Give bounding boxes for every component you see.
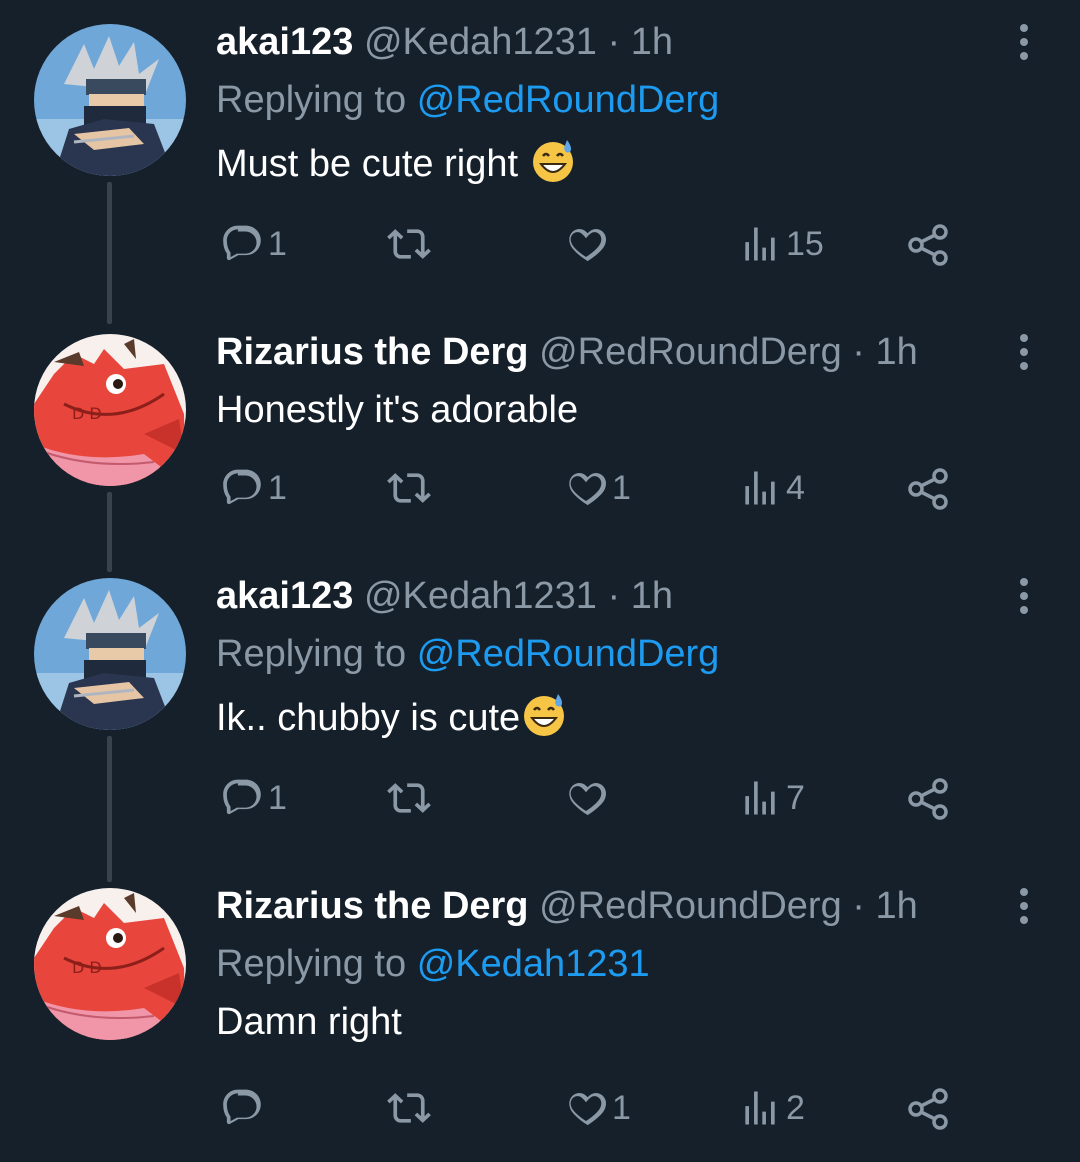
tweet-text-content: Ik.. chubby is cute [216,697,521,739]
share-button[interactable] [906,466,952,512]
more-options-icon[interactable] [1010,330,1038,374]
like-count: 1 [612,1088,631,1127]
tweet-4[interactable]: D D Rizarius the Derg @RedRoundDerg · 1h… [0,864,1080,1162]
retweet-button[interactable] [387,222,435,266]
reply-button[interactable]: 1 [220,466,287,510]
replying-prefix: Replying to [216,943,407,985]
tweet-3[interactable]: akai123 @Kedah1231 · 1h Replying to @Red… [0,554,1080,854]
tweet-text: Damn right [216,1000,990,1044]
share-icon [906,776,952,822]
retweet-icon [387,776,431,820]
sweat-smile-emoji [520,690,568,738]
user-handle[interactable]: @RedRoundDerg [539,331,842,373]
reply-icon [220,776,264,820]
reply-button[interactable]: 1 [220,776,287,820]
heart-icon [564,466,608,510]
share-button[interactable] [906,1086,952,1132]
tweet-text-content: Damn right [216,1001,402,1043]
separator-dot: · [852,885,865,927]
like-button[interactable]: 1 [564,1086,631,1130]
share-icon [906,1086,952,1132]
display-name[interactable]: Rizarius the Derg [216,331,529,373]
display-name[interactable]: akai123 [216,21,353,63]
share-icon [906,466,952,512]
views-count: 4 [786,468,805,507]
separator-dot: · [607,21,621,63]
views-icon [738,776,782,820]
like-button[interactable] [564,776,612,820]
reply-icon [220,1086,264,1130]
red-dragon-avatar[interactable]: D D [34,334,186,486]
tweet-text-content: Honestly it's adorable [216,389,579,431]
reply-icon [220,222,264,266]
timestamp[interactable]: 1h [876,885,918,927]
tweet-text: Must be cute right [216,136,990,186]
reply-count: 1 [268,468,287,507]
replying-to-link[interactable]: @Kedah1231 [417,943,650,985]
views-button[interactable]: 15 [738,222,824,266]
heart-icon [564,1086,608,1130]
red-dragon-avatar[interactable]: D D [34,888,186,1040]
share-button[interactable] [906,222,952,268]
replying-prefix: Replying to [216,79,407,121]
user-handle[interactable]: @Kedah1231 [364,21,597,63]
views-count: 2 [786,1088,805,1127]
replying-to-link[interactable]: @RedRoundDerg [417,79,720,121]
ninja-avatar[interactable] [34,578,186,730]
reply-button[interactable]: 1 [220,222,287,266]
like-count: 1 [612,468,631,507]
more-options-icon[interactable] [1010,884,1038,928]
views-icon [738,1086,782,1130]
heart-icon [564,776,608,820]
separator-dot: · [607,575,621,617]
reply-button[interactable] [220,1086,268,1130]
replying-to-link[interactable]: @RedRoundDerg [417,633,720,675]
tweet-text: Honestly it's adorable [216,388,990,432]
timestamp[interactable]: 1h [876,331,918,373]
views-button[interactable]: 7 [738,776,805,820]
views-icon [738,466,782,510]
display-name[interactable]: akai123 [216,575,353,617]
replying-to: Replying to @Kedah1231 [216,942,990,986]
user-handle[interactable]: @RedRoundDerg [539,885,842,927]
separator-dot: · [852,331,865,373]
reply-count: 1 [268,778,287,817]
views-count: 7 [786,778,805,817]
retweet-icon [387,1086,431,1130]
views-icon [738,222,782,266]
reply-count: 1 [268,224,287,263]
replying-to: Replying to @RedRoundDerg [216,632,990,676]
ninja-avatar[interactable] [34,24,186,176]
like-button[interactable]: 1 [564,466,631,510]
retweet-button[interactable] [387,1086,435,1130]
reply-icon [220,466,264,510]
timestamp[interactable]: 1h [631,21,673,63]
svg-text:D D: D D [72,958,102,977]
svg-text:D D: D D [72,404,102,423]
retweet-button[interactable] [387,466,435,510]
like-button[interactable] [564,222,612,266]
sweat-smile-emoji [529,136,577,184]
timestamp[interactable]: 1h [631,575,673,617]
more-options-icon[interactable] [1010,20,1038,64]
tweet-text: Ik.. chubby is cute [216,690,990,740]
replying-prefix: Replying to [216,633,407,675]
share-icon [906,222,952,268]
user-handle[interactable]: @Kedah1231 [364,575,597,617]
retweet-icon [387,466,431,510]
tweet-2[interactable]: D D Rizarius the Derg @RedRoundDerg · 1h… [0,310,1080,550]
tweet-1[interactable]: akai123 @Kedah1231 · 1h Replying to @Red… [0,0,1080,300]
tweet-text-content: Must be cute right [216,143,529,185]
views-button[interactable]: 4 [738,466,805,510]
retweet-icon [387,222,431,266]
display-name[interactable]: Rizarius the Derg [216,885,529,927]
more-options-icon[interactable] [1010,574,1038,618]
retweet-button[interactable] [387,776,435,820]
replying-to: Replying to @RedRoundDerg [216,78,990,122]
views-button[interactable]: 2 [738,1086,805,1130]
heart-icon [564,222,608,266]
share-button[interactable] [906,776,952,822]
views-count: 15 [786,224,824,263]
